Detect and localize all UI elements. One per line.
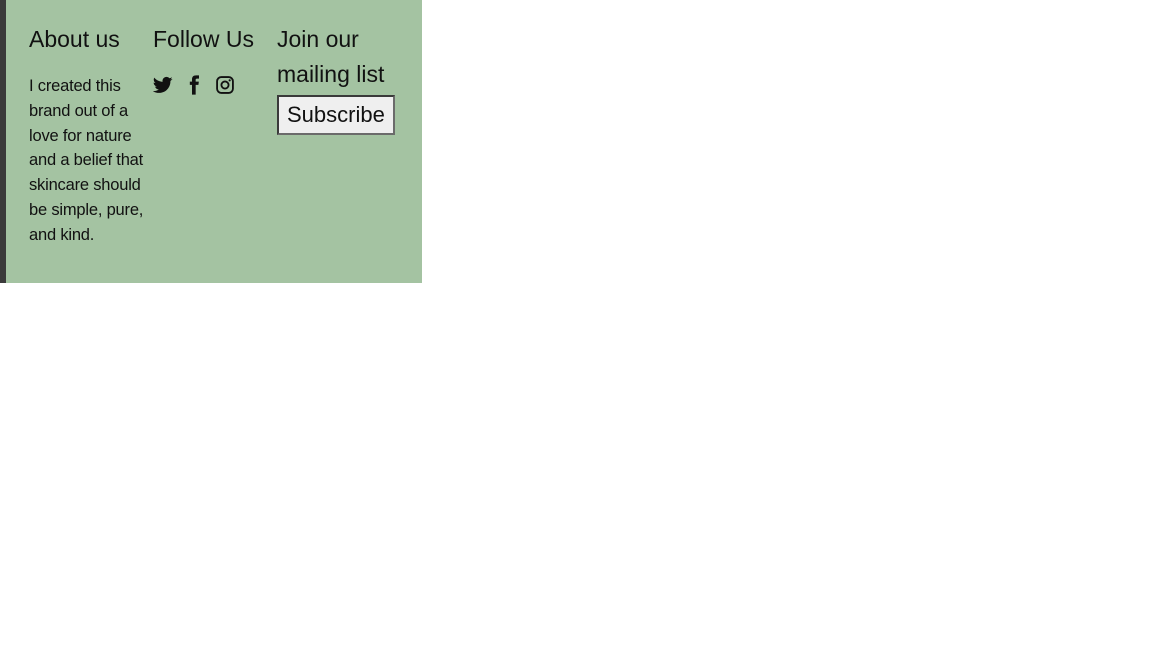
twitter-icon[interactable] [153,75,173,95]
instagram-icon[interactable] [215,75,235,95]
social-links [153,75,263,95]
about-heading: About us [29,26,120,52]
facebook-icon[interactable] [184,75,204,95]
mailing-list-heading: Join our mailing list [277,26,385,87]
subscribe-button[interactable]: Subscribe [277,95,395,135]
site-footer: About us I created this brand out of a l… [0,0,422,283]
about-section: About us I created this brand out of a l… [29,22,151,248]
follow-heading: Follow Us [153,26,254,52]
about-text: I created this brand out of a love for n… [29,77,144,244]
mailing-list-section: Join our mailing list Subscribe [277,22,402,135]
follow-section: Follow Us [153,22,263,95]
